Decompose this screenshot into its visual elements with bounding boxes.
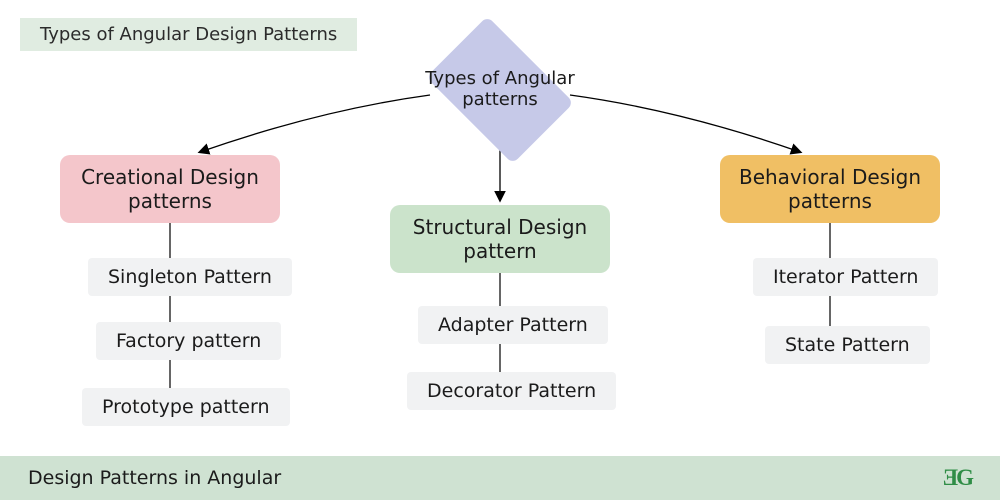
- category-structural: Structural Design pattern: [390, 205, 610, 273]
- leaf-prototype: Prototype pattern: [82, 388, 290, 426]
- diagram-canvas: Types of Angular Design Patterns Types o…: [0, 0, 1000, 500]
- footer-bar: Design Patterns in Angular ƎG: [0, 456, 1000, 500]
- leaf-factory: Factory pattern: [96, 322, 281, 360]
- leaf-state: State Pattern: [765, 326, 930, 364]
- leaf-decorator: Decorator Pattern: [407, 372, 616, 410]
- footer-title: Design Patterns in Angular: [28, 467, 281, 489]
- category-behavioral: Behavioral Design patterns: [720, 155, 940, 223]
- root-label: Types of Angular patterns: [415, 30, 585, 150]
- leaf-adapter: Adapter Pattern: [418, 306, 608, 344]
- root-node: Types of Angular patterns: [415, 30, 585, 150]
- page-title: Types of Angular Design Patterns: [20, 18, 357, 51]
- leaf-iterator: Iterator Pattern: [753, 258, 938, 296]
- category-creational: Creational Design patterns: [60, 155, 280, 223]
- gfg-logo-icon: ƎG: [943, 465, 972, 491]
- leaf-singleton: Singleton Pattern: [88, 258, 292, 296]
